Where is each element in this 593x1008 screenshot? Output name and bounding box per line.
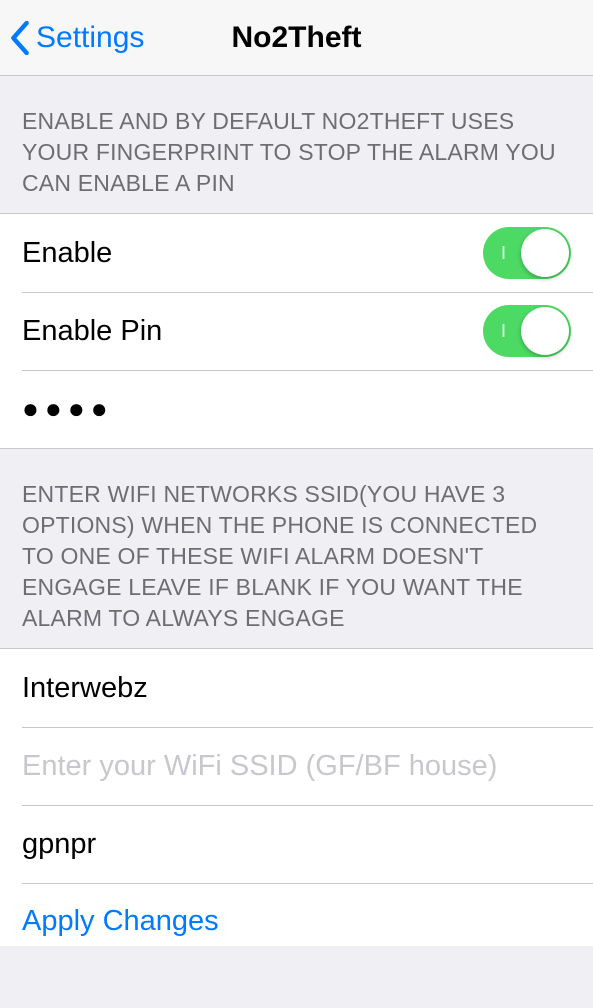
label-enable-pin: Enable Pin — [22, 315, 483, 348]
back-label: Settings — [36, 21, 144, 55]
row-pin[interactable]: ●●●● — [0, 370, 593, 448]
ssid-input-1[interactable] — [22, 672, 571, 705]
ssid-input-3[interactable] — [22, 828, 571, 861]
toggle-knob — [521, 307, 569, 355]
apply-changes-button[interactable]: Apply Changes — [0, 883, 593, 946]
toggle-on-indicator: I — [501, 243, 506, 264]
toggle-enable[interactable]: I — [483, 227, 571, 279]
ssid-input-2[interactable] — [22, 750, 571, 783]
group-enable: Enable I Enable Pin I ●●●● — [0, 213, 593, 449]
row-enable-pin: Enable Pin I — [0, 292, 593, 370]
toggle-on-indicator: I — [501, 321, 506, 342]
row-ssid-3[interactable] — [0, 805, 593, 883]
row-ssid-2[interactable] — [0, 727, 593, 805]
section-header-enable: Enable and by default No2Theft uses your… — [0, 76, 593, 213]
toggle-knob — [521, 229, 569, 277]
back-button[interactable]: Settings — [0, 21, 144, 55]
section-header-wifi: Enter WiFi networks SSID(you have 3 opti… — [0, 449, 593, 648]
chevron-left-icon — [10, 21, 30, 55]
label-enable: Enable — [22, 237, 483, 270]
group-wifi: Apply Changes — [0, 648, 593, 946]
toggle-enable-pin[interactable]: I — [483, 305, 571, 357]
pin-masked-value: ●●●● — [22, 393, 114, 425]
row-ssid-1[interactable] — [0, 649, 593, 727]
row-enable: Enable I — [0, 214, 593, 292]
nav-bar: Settings No2Theft — [0, 0, 593, 76]
